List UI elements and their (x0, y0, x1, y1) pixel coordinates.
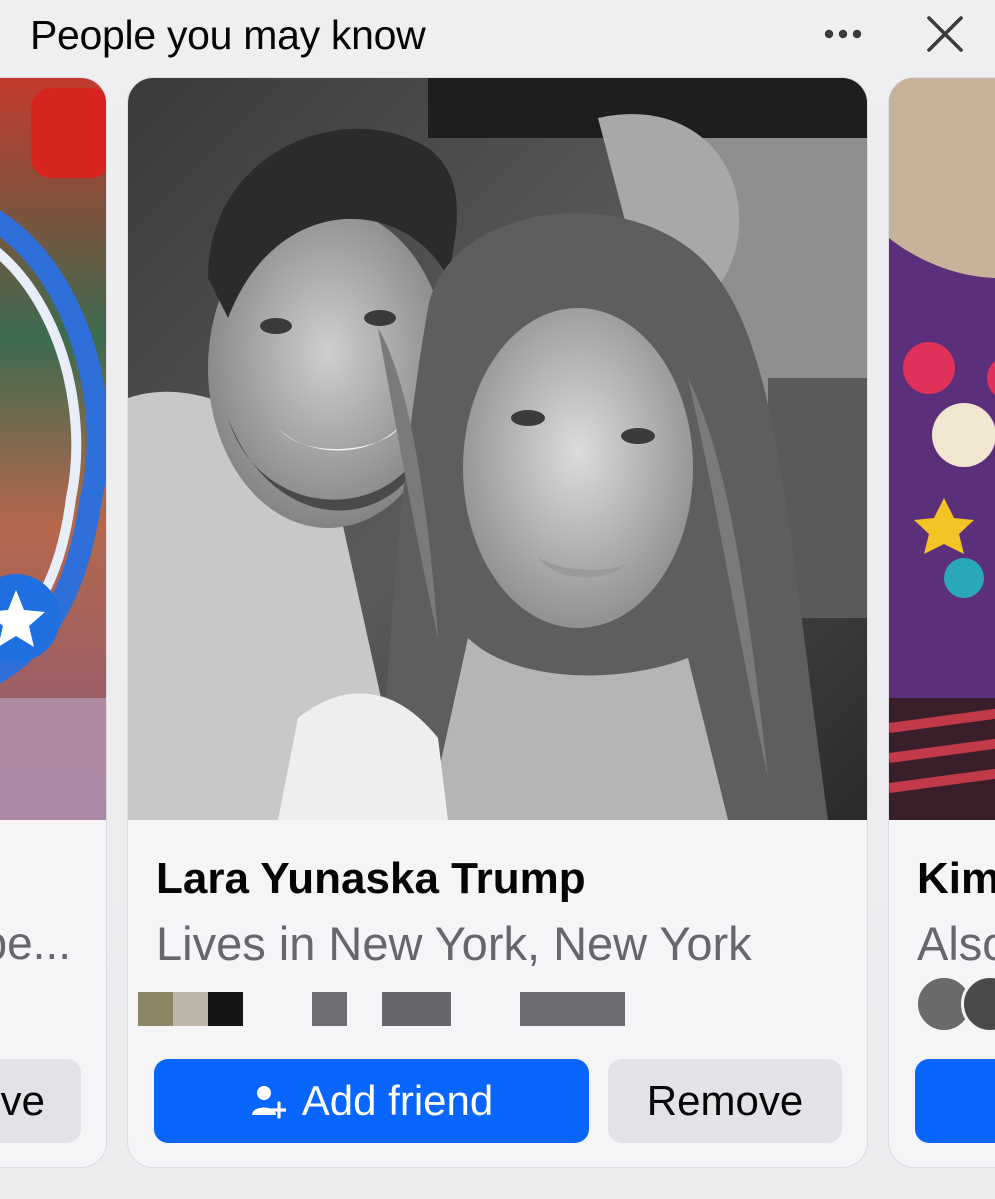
person-location: Lives in New York, New York (156, 917, 752, 970)
person-subtitle-right: Also (917, 917, 995, 970)
close-button[interactable] (918, 8, 972, 60)
suggestion-card-left[interactable]: pe... ve (0, 77, 107, 1168)
more-horizontal-icon (824, 29, 862, 39)
profile-photo-left[interactable] (0, 78, 106, 820)
suggestion-card-main[interactable]: Lara Yunaska Trump Lives in New York, Ne… (127, 77, 868, 1168)
more-options-button[interactable] (814, 14, 872, 54)
add-friend-label: Add friend (301, 1077, 494, 1124)
panel-title: People you may know (30, 12, 426, 58)
profile-photo-image (128, 78, 867, 820)
profile-photo-image (889, 78, 995, 820)
add-friend-button[interactable]: Add friend (154, 1059, 589, 1143)
profile-photo-image (0, 78, 106, 820)
person-name-right[interactable]: Kim (917, 854, 995, 904)
person-name[interactable]: Lara Yunaska Trump (156, 854, 586, 904)
add-friend-button-right[interactable] (915, 1059, 995, 1143)
people-you-may-know-panel: People you may know e... ve Lara Yunaska… (0, 0, 995, 1199)
suggestion-card-right[interactable]: Kim Also (888, 77, 995, 1168)
add-person-icon (250, 1083, 286, 1119)
profile-photo-right[interactable] (889, 78, 995, 820)
panel-header: People you may know (0, 0, 995, 72)
mutual-friend-avatar (961, 975, 995, 1033)
left-card-subtitle: pe... (0, 917, 71, 969)
left-card-remove-button[interactable]: ve (0, 1059, 81, 1143)
remove-button[interactable]: Remove (608, 1059, 842, 1143)
close-icon (927, 16, 963, 52)
mutual-friends-redacted (138, 992, 638, 1026)
profile-photo-main[interactable] (128, 78, 867, 820)
